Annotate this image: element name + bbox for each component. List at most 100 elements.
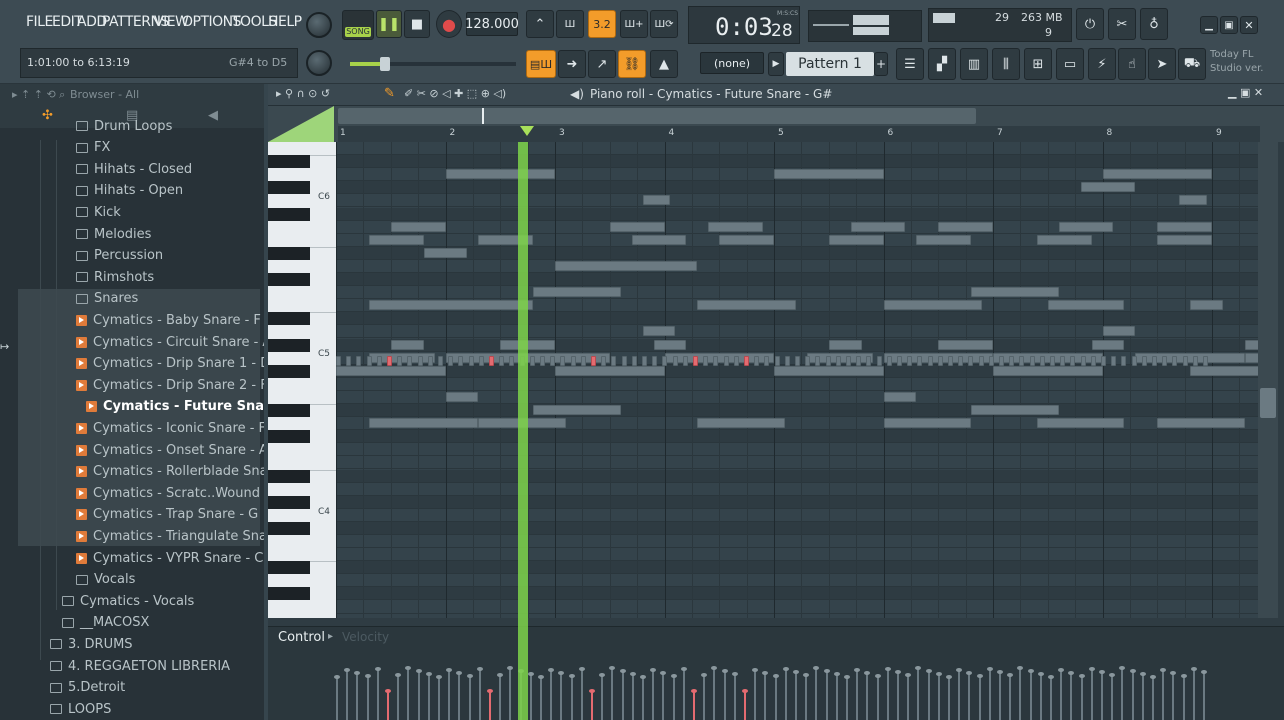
note[interactable] bbox=[697, 300, 796, 311]
note[interactable] bbox=[609, 221, 665, 232]
browser-file[interactable]: Cymatics - Trap Snare - G bbox=[76, 505, 258, 525]
velocity-bar[interactable] bbox=[937, 674, 940, 720]
velocity-bar[interactable] bbox=[1131, 671, 1134, 720]
note[interactable] bbox=[366, 355, 372, 366]
piano-roll-button[interactable]: ▞ bbox=[928, 48, 956, 80]
note[interactable] bbox=[1036, 418, 1125, 429]
velocity-bar[interactable] bbox=[978, 676, 981, 720]
browser-file[interactable]: Cymatics - VYPR Snare - C bbox=[76, 548, 263, 568]
selected-velocity-bar[interactable] bbox=[744, 691, 746, 720]
velocity-bar[interactable] bbox=[968, 673, 971, 720]
velocity-bar[interactable] bbox=[478, 669, 481, 720]
velocity-bar[interactable] bbox=[682, 669, 685, 720]
note[interactable] bbox=[1102, 169, 1212, 180]
black-key[interactable] bbox=[268, 404, 310, 417]
close-button[interactable]: ✕ bbox=[1240, 16, 1258, 34]
note[interactable] bbox=[883, 418, 972, 429]
velocity-bar[interactable] bbox=[876, 676, 879, 720]
note[interactable] bbox=[555, 260, 698, 271]
velocity-bar[interactable] bbox=[713, 668, 716, 720]
tempo-tapper-button[interactable]: ➤ bbox=[1148, 48, 1176, 80]
velocity-bar[interactable] bbox=[764, 673, 767, 720]
velocity-bar[interactable] bbox=[866, 673, 869, 720]
black-key[interactable] bbox=[268, 587, 310, 601]
link-button[interactable]: ⛓ bbox=[618, 50, 646, 78]
note[interactable] bbox=[719, 234, 774, 245]
note[interactable] bbox=[550, 355, 556, 366]
note[interactable] bbox=[427, 355, 433, 366]
step-edit-button[interactable]: Ш+ bbox=[620, 10, 648, 38]
note[interactable] bbox=[1192, 355, 1198, 366]
note[interactable] bbox=[1080, 182, 1136, 193]
velocity-bar[interactable] bbox=[336, 677, 338, 720]
note[interactable] bbox=[795, 355, 800, 366]
note[interactable] bbox=[937, 355, 943, 366]
velocity-bar[interactable] bbox=[846, 677, 848, 720]
velocity-bar[interactable] bbox=[1121, 668, 1124, 720]
note[interactable] bbox=[376, 355, 382, 366]
note[interactable] bbox=[621, 355, 627, 366]
project-picker-button[interactable]: ⊞ bbox=[1024, 48, 1052, 80]
note[interactable] bbox=[560, 355, 566, 366]
velocity-bar[interactable] bbox=[672, 676, 675, 720]
note[interactable] bbox=[368, 234, 424, 245]
velocity-bar[interactable] bbox=[662, 673, 665, 720]
note[interactable] bbox=[927, 355, 933, 366]
browser-folder[interactable]: Rimshots bbox=[76, 267, 154, 287]
plugin-picker-button[interactable]: ⚡ bbox=[1088, 48, 1116, 80]
note[interactable] bbox=[988, 355, 994, 366]
note[interactable] bbox=[407, 355, 413, 366]
black-key[interactable] bbox=[268, 207, 310, 221]
selected-note[interactable] bbox=[591, 355, 596, 366]
note[interactable] bbox=[642, 355, 647, 366]
browser-folder[interactable]: LOOPS bbox=[50, 699, 111, 719]
note[interactable] bbox=[533, 405, 621, 415]
browser-folder[interactable]: Percussion bbox=[76, 246, 163, 266]
note[interactable] bbox=[1101, 355, 1106, 366]
event-control-panel[interactable]: Control ▸ Velocity bbox=[268, 626, 1284, 720]
velocity-bar[interactable] bbox=[999, 672, 1001, 720]
note[interactable] bbox=[883, 300, 983, 311]
note[interactable] bbox=[876, 355, 882, 366]
browser-folder[interactable]: Hihats - Closed bbox=[76, 159, 192, 179]
velocity-bar[interactable] bbox=[1182, 676, 1185, 720]
typing-keyboard-button[interactable]: ▤Ш bbox=[526, 50, 556, 78]
velocity-bar[interactable] bbox=[570, 676, 573, 720]
note[interactable] bbox=[764, 355, 770, 366]
velocity-bar[interactable] bbox=[1172, 673, 1175, 720]
pencil-icon[interactable]: ✎ bbox=[384, 86, 395, 101]
bar-ruler[interactable]: 1 2 3 4 5 6 7 8 9 bbox=[338, 126, 1260, 142]
note[interactable] bbox=[390, 339, 424, 350]
note[interactable] bbox=[1157, 234, 1212, 245]
velocity-bar[interactable] bbox=[856, 670, 859, 720]
velocity-bar[interactable] bbox=[1080, 676, 1083, 720]
browser-folder[interactable]: Vocals bbox=[76, 570, 135, 590]
panic-button[interactable]: ⏻ bbox=[1076, 8, 1104, 40]
velocity-bar[interactable] bbox=[948, 677, 950, 720]
velocity-bar[interactable] bbox=[1050, 677, 1052, 720]
note[interactable] bbox=[784, 355, 790, 366]
browser-folder[interactable]: __MACOSX bbox=[62, 613, 149, 633]
browser-folder[interactable]: 4. REGGAETON LIBRERIA bbox=[50, 656, 230, 676]
wait-input-button[interactable]: Ш bbox=[556, 10, 584, 38]
note[interactable] bbox=[886, 355, 892, 366]
note-grid[interactable] bbox=[336, 142, 1258, 618]
velocity-bar[interactable] bbox=[988, 669, 991, 720]
note[interactable] bbox=[642, 195, 670, 206]
velocity-bar[interactable] bbox=[1152, 677, 1154, 720]
black-key[interactable] bbox=[268, 561, 310, 575]
song-mode-toggle[interactable]: SONG bbox=[342, 10, 374, 40]
note[interactable] bbox=[774, 355, 780, 366]
note[interactable] bbox=[708, 221, 764, 232]
note[interactable] bbox=[478, 355, 484, 366]
velocity-bar[interactable] bbox=[835, 674, 838, 720]
velocity-bar[interactable] bbox=[642, 677, 644, 720]
note[interactable] bbox=[916, 234, 972, 245]
velocity-bar[interactable] bbox=[427, 674, 430, 720]
velocity-bar[interactable] bbox=[397, 675, 400, 720]
browser-folder[interactable]: Cymatics - Vocals bbox=[62, 591, 194, 611]
note[interactable] bbox=[368, 418, 479, 429]
velocity-bar[interactable] bbox=[438, 677, 440, 720]
black-key[interactable] bbox=[268, 312, 310, 326]
note[interactable] bbox=[774, 365, 884, 376]
